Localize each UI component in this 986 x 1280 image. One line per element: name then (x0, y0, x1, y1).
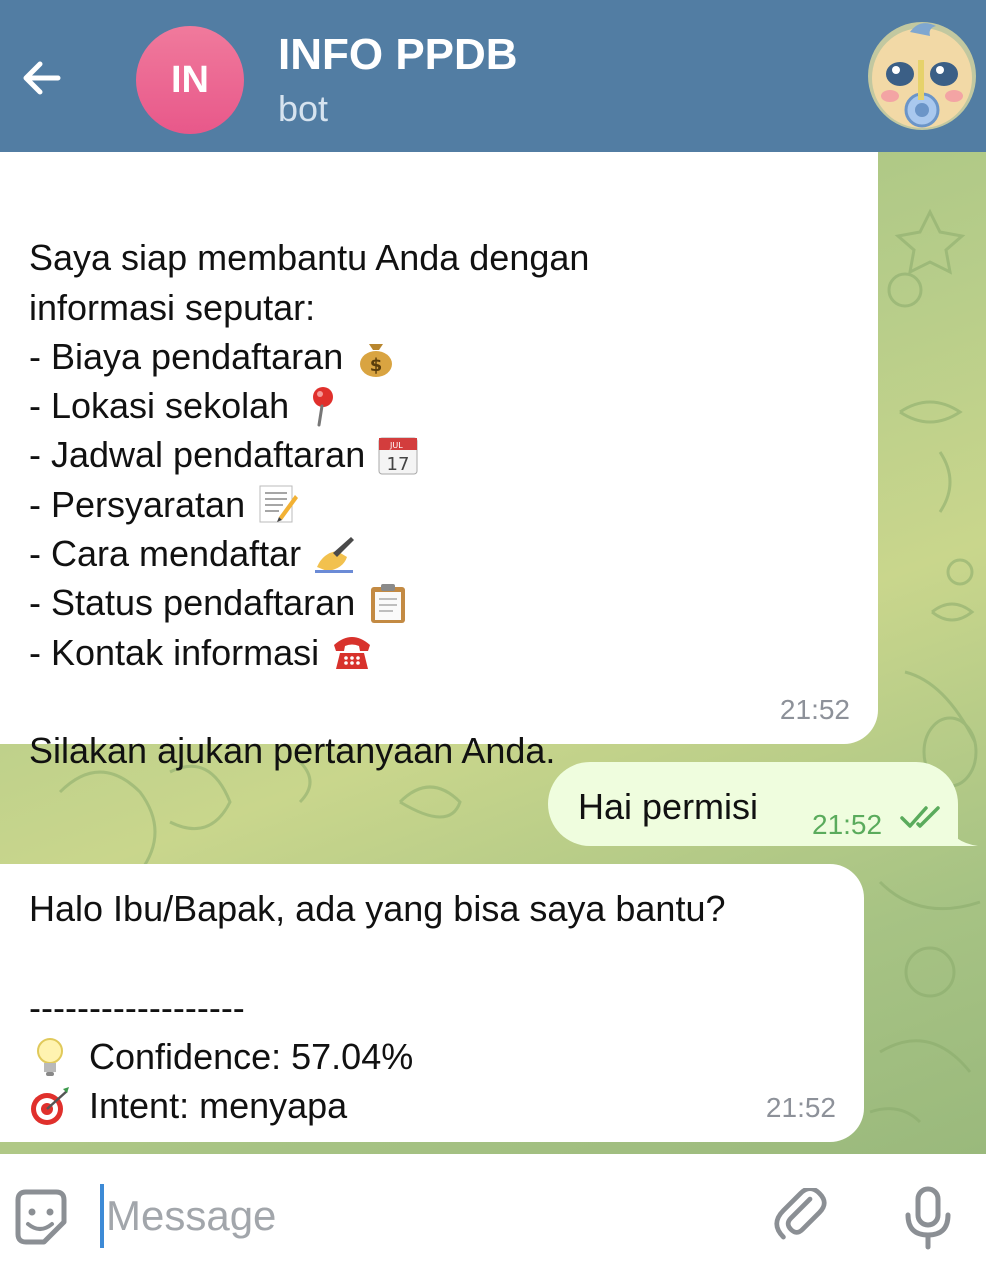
text-caret (100, 1184, 104, 1248)
writing-hand-icon (315, 536, 355, 573)
incoming-message[interactable]: Halo Ibu/Bapak, ada yang bisa saya bantu… (0, 864, 864, 1142)
calendar-icon: JUL 17 (378, 437, 418, 475)
message-line: Halo Ibu/Bapak, ada yang bisa saya bantu… (29, 888, 726, 929)
message-time: 21:52 (779, 693, 850, 725)
chat-header: IN INFO PPDB bot (0, 0, 986, 152)
svg-text:JUL: JUL (389, 441, 403, 450)
money-bag-icon: $ (360, 343, 393, 377)
message-line: informasi seputar: (29, 286, 316, 328)
chat-subtitle: bot (278, 88, 329, 129)
microphone-icon[interactable] (896, 1184, 960, 1254)
message-line: - Status pendaftaran (29, 578, 878, 627)
message-line (29, 184, 878, 233)
message-time: 21:52 (812, 809, 883, 840)
message-composer (0, 1154, 986, 1280)
svg-text:17: 17 (387, 454, 410, 475)
message-divider: ------------------ (29, 986, 245, 1028)
message-line (29, 933, 864, 982)
message-line: - Biaya pendaftaran $ (29, 332, 878, 381)
message-input-wrapper (100, 1184, 666, 1248)
back-arrow-icon[interactable] (14, 50, 70, 106)
message-line: - Persyaratan (29, 480, 878, 529)
direct-hit-icon (31, 1086, 69, 1125)
incoming-message[interactable]: Saya siap membantu Anda dengan informasi… (0, 152, 878, 771)
message-line: Saya siap membantu Anda dengan (29, 237, 590, 279)
telephone-icon (334, 637, 371, 670)
svg-text:$: $ (370, 355, 383, 376)
message-line (29, 677, 878, 726)
message-line: - Jadwal pendaftaran JUL 17 (29, 430, 878, 479)
attach-paperclip-icon[interactable] (772, 1186, 836, 1250)
bubble-tail (948, 824, 978, 846)
light-bulb-icon (37, 1037, 63, 1076)
double-check-icon (900, 806, 940, 828)
message-time: 21:52 (765, 1091, 836, 1123)
chat-background: Saya siap membantu Anda dengan informasi… (0, 152, 986, 1154)
message-line: Intent: menyapa (29, 1081, 864, 1130)
chat-title[interactable]: INFO PPDB (278, 30, 518, 80)
message-line: - Kontak informasi (29, 628, 878, 677)
outgoing-message[interactable]: Hai permisi 21:52 (548, 762, 958, 846)
round-pushpin-icon (313, 386, 334, 427)
bot-avatar[interactable]: IN (136, 26, 244, 134)
clipboard-icon (371, 584, 406, 624)
sticker-emoji-icon[interactable] (8, 1184, 74, 1250)
profile-picture[interactable] (864, 14, 980, 132)
message-line: Confidence: 57.04% (29, 1032, 864, 1081)
memo-icon (259, 485, 299, 523)
message-line: - Lokasi sekolah (29, 381, 878, 430)
message-line: - Cara mendaftar (29, 529, 878, 578)
message-text: Hai permisi (578, 786, 759, 827)
message-input[interactable] (106, 1192, 666, 1240)
